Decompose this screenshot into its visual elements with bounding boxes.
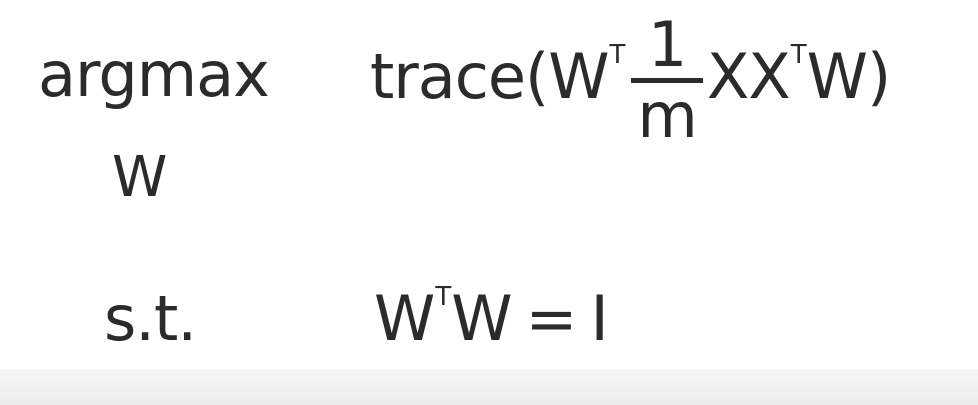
constraint-left-tail: W [451, 282, 512, 355]
objective-suffix: W) [806, 40, 891, 113]
fraction-numerator: 1 [647, 8, 687, 82]
subject-to-label: s.t. [104, 282, 197, 355]
constraint-left-base: W [374, 282, 435, 355]
constraint-transpose-superscript: T [435, 282, 452, 312]
objective-prefix: trace(W [370, 40, 610, 113]
transpose-superscript-2: T [790, 40, 807, 70]
bottom-band [0, 369, 978, 405]
objective-expression: trace(W T 1 m XX T W) [370, 14, 891, 147]
identity-matrix: I [590, 282, 608, 355]
objective-middle: XX [706, 40, 791, 113]
argmax-subscript: W [112, 145, 167, 210]
constraint-expression: W T W = I [374, 282, 609, 355]
argmax-operator: argmax [38, 38, 270, 111]
fraction: 1 m [631, 8, 703, 152]
fraction-denominator: m [637, 79, 697, 152]
equals-sign: = [525, 282, 578, 355]
transpose-superscript: T [609, 40, 626, 70]
equation-slide: argmax W trace(W T 1 m XX T W) s.t. W T … [0, 0, 978, 405]
